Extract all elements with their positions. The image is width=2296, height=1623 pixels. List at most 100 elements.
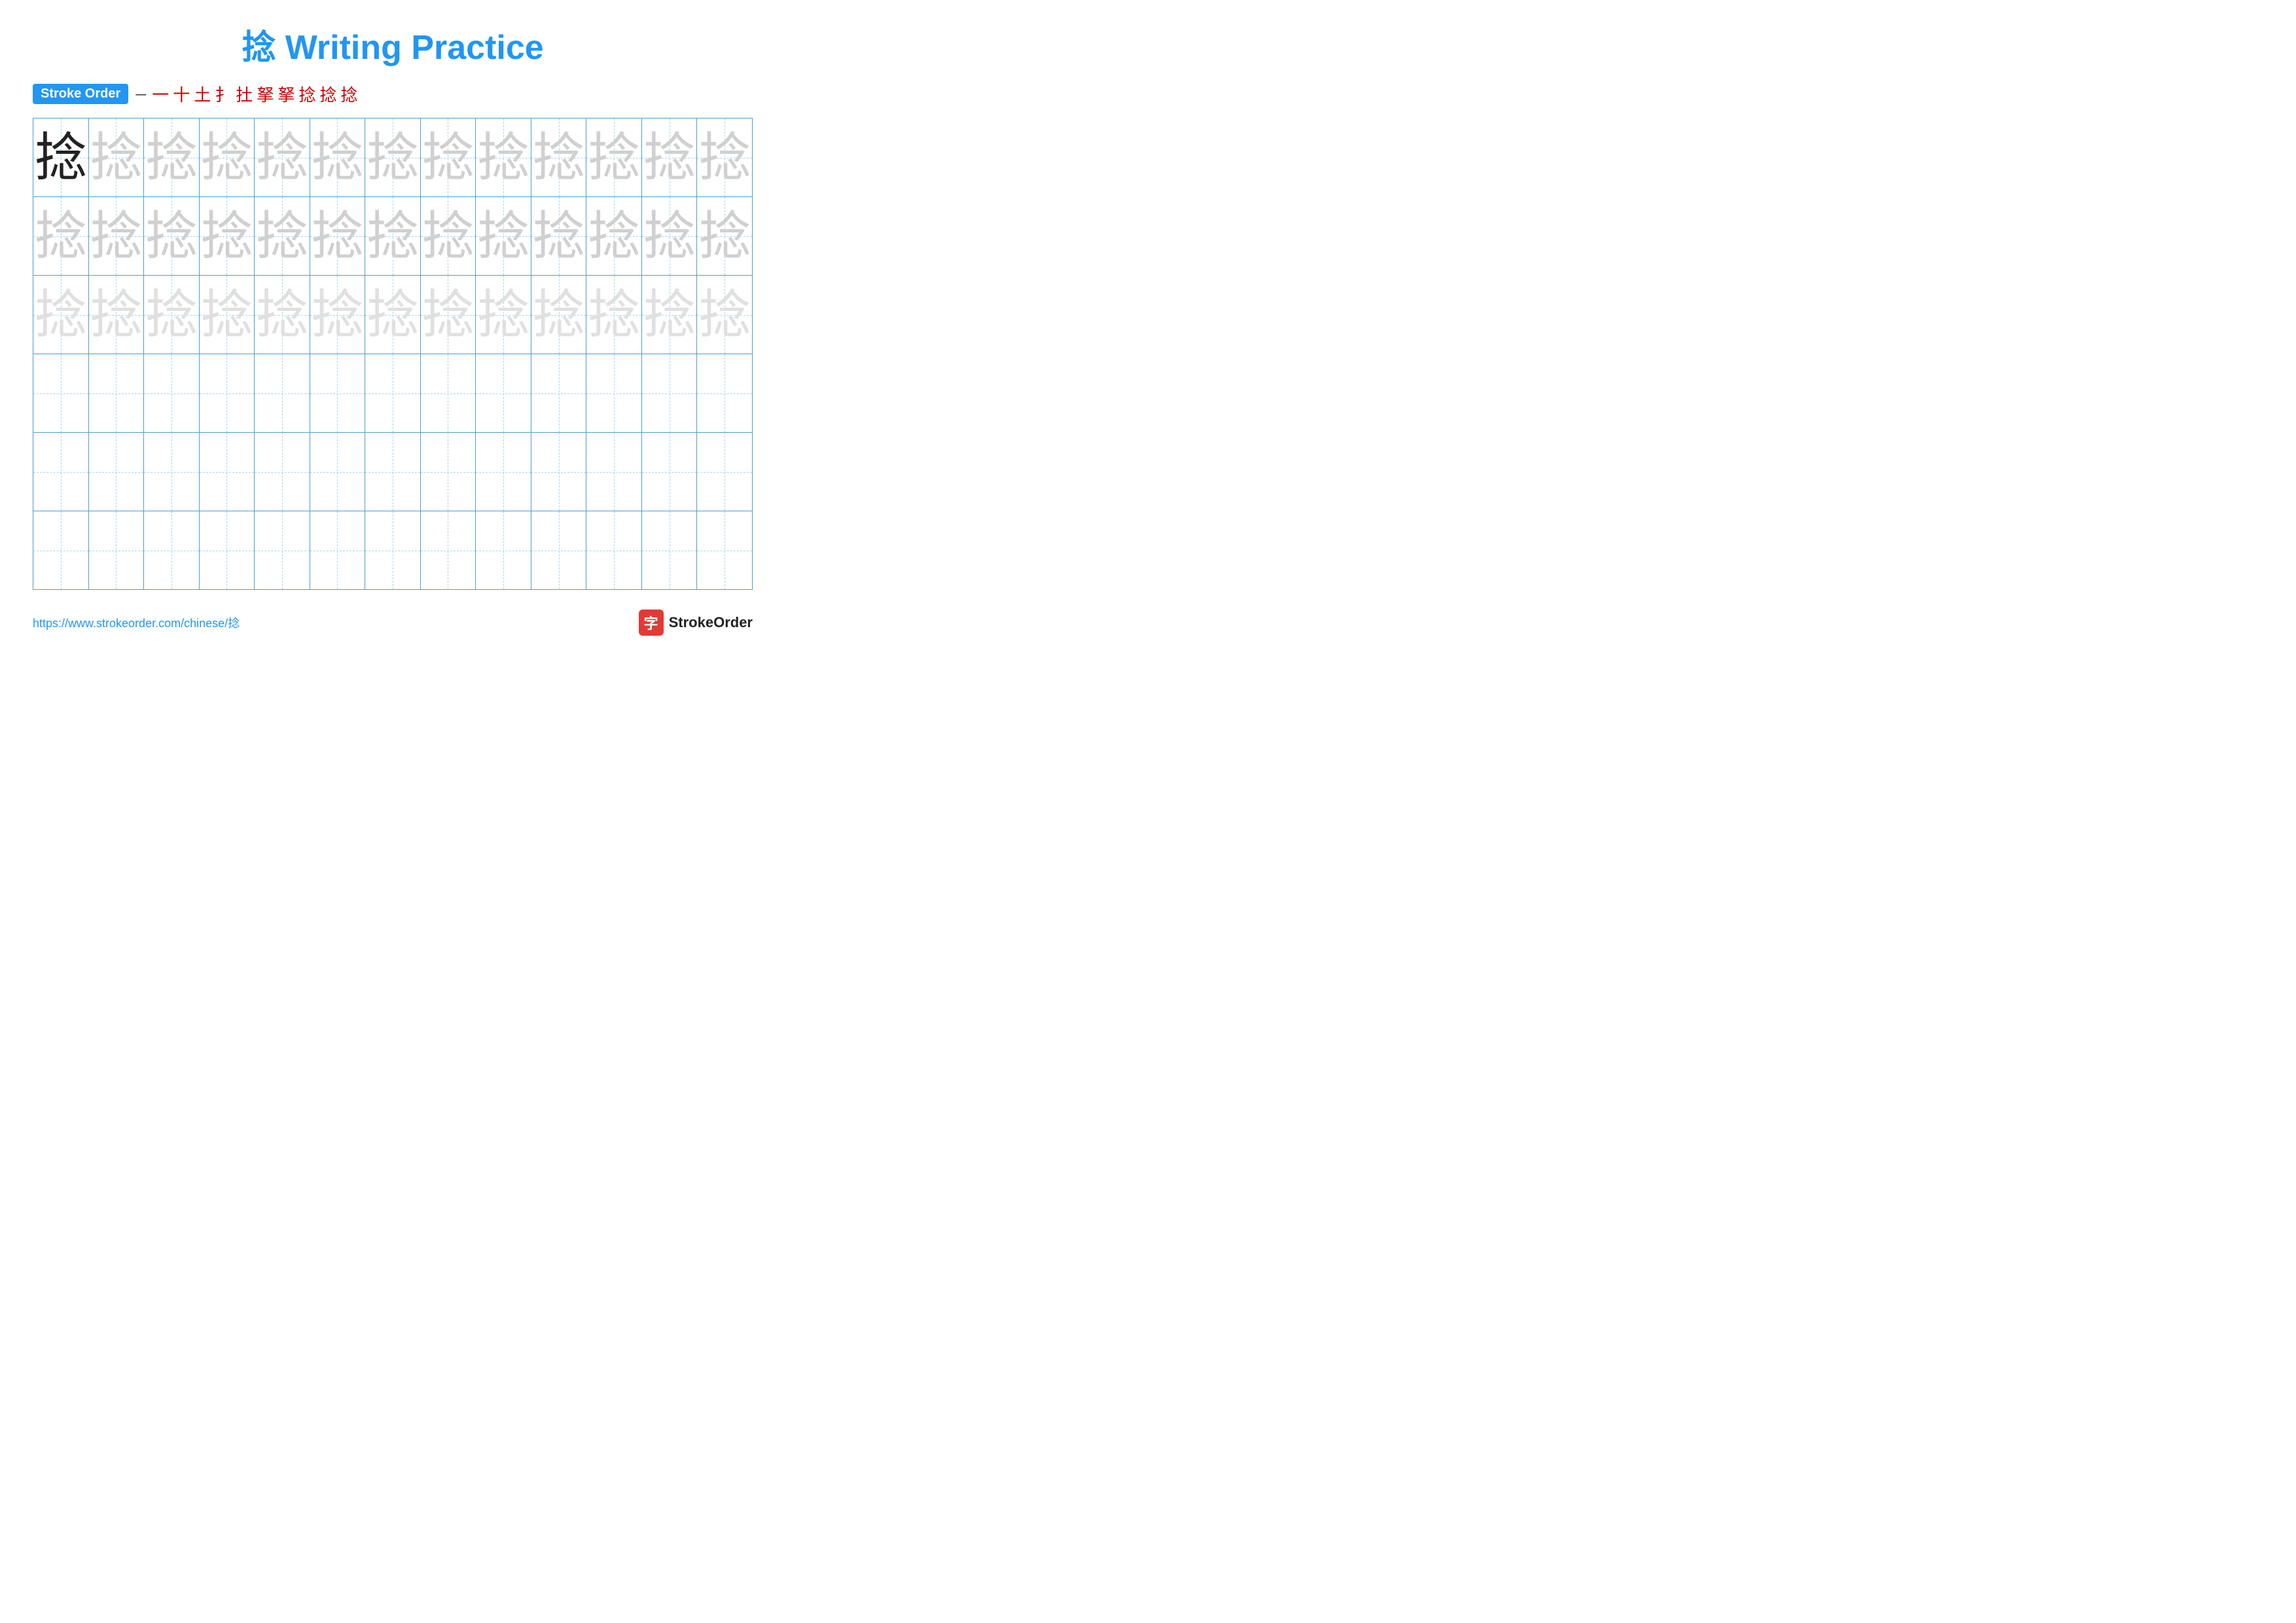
grid-cell[interactable]: [255, 433, 310, 511]
grid-cell[interactable]: 捻: [255, 197, 310, 276]
grid-cell[interactable]: 捻: [310, 197, 365, 276]
grid-cell[interactable]: 捻: [199, 197, 255, 276]
grid-cell[interactable]: 捻: [586, 197, 642, 276]
stroke-10: 捻: [340, 82, 357, 106]
grid-cell[interactable]: [144, 354, 200, 433]
grid-cell[interactable]: 捻: [531, 197, 586, 276]
grid-cell[interactable]: [420, 433, 476, 511]
char-guide-faint: 捻: [698, 285, 751, 344]
grid-cell[interactable]: 捻: [531, 276, 586, 354]
grid-cell[interactable]: [88, 354, 144, 433]
grid-cell[interactable]: [697, 511, 753, 590]
grid-cell[interactable]: [420, 511, 476, 590]
grid-cell[interactable]: [33, 511, 89, 590]
grid-cell[interactable]: [697, 433, 753, 511]
grid-cell[interactable]: [199, 354, 255, 433]
grid-cell[interactable]: 捻: [641, 276, 697, 354]
grid-cell[interactable]: [199, 511, 255, 590]
grid-cell[interactable]: 捻: [531, 119, 586, 197]
char-guide: 捻: [200, 128, 253, 187]
char-guide: 捻: [90, 128, 142, 187]
stroke-dash: －: [134, 84, 148, 105]
stroke-5: 扗: [236, 82, 253, 106]
grid-cell[interactable]: 捻: [310, 276, 365, 354]
grid-cell[interactable]: [586, 511, 642, 590]
grid-cell[interactable]: 捻: [476, 119, 531, 197]
grid-cell[interactable]: [88, 433, 144, 511]
char-guide: 捻: [145, 128, 198, 187]
grid-cell[interactable]: [697, 354, 753, 433]
grid-cell[interactable]: 捻: [697, 197, 753, 276]
grid-cell[interactable]: 捻: [420, 197, 476, 276]
grid-cell[interactable]: 捻: [255, 119, 310, 197]
grid-cell[interactable]: [420, 354, 476, 433]
grid-cell[interactable]: 捻: [365, 197, 421, 276]
grid-cell[interactable]: [586, 354, 642, 433]
grid-cell[interactable]: [476, 354, 531, 433]
grid-cell[interactable]: [255, 354, 310, 433]
grid-cell[interactable]: 捻: [88, 276, 144, 354]
char-guide-faint: 捻: [533, 285, 585, 344]
grid-cell[interactable]: 捻: [365, 119, 421, 197]
grid-cell[interactable]: [641, 511, 697, 590]
grid-cell[interactable]: [144, 511, 200, 590]
stroke-3: 土: [194, 82, 211, 106]
grid-cell[interactable]: [531, 433, 586, 511]
footer-link[interactable]: https://www.strokeorder.com/chinese/捻: [33, 614, 240, 631]
grid-cell[interactable]: [531, 354, 586, 433]
char-guide-faint: 捻: [588, 285, 640, 344]
grid-cell[interactable]: [586, 433, 642, 511]
grid-cell[interactable]: 捻: [255, 276, 310, 354]
grid-cell[interactable]: 捻: [586, 119, 642, 197]
grid-cell[interactable]: 捻: [33, 276, 89, 354]
grid-cell[interactable]: [88, 511, 144, 590]
grid-cell[interactable]: [33, 354, 89, 433]
grid-cell[interactable]: 捻: [88, 197, 144, 276]
char-guide: 捻: [311, 128, 363, 187]
grid-cell[interactable]: [365, 511, 421, 590]
grid-cell[interactable]: [476, 433, 531, 511]
grid-cell[interactable]: 捻: [144, 276, 200, 354]
grid-cell[interactable]: 捻: [33, 119, 89, 197]
grid-cell[interactable]: 捻: [365, 276, 421, 354]
grid-cell[interactable]: [641, 354, 697, 433]
grid-cell[interactable]: 捻: [476, 197, 531, 276]
grid-cell[interactable]: [144, 433, 200, 511]
grid-cell[interactable]: [531, 511, 586, 590]
grid-cell[interactable]: [641, 433, 697, 511]
grid-cell[interactable]: 捻: [144, 119, 200, 197]
grid-cell[interactable]: 捻: [144, 197, 200, 276]
char-guide-faint: 捻: [200, 285, 253, 344]
grid-cell[interactable]: [310, 354, 365, 433]
grid-cell[interactable]: [33, 433, 89, 511]
brand-logo: 字 StrokeOrder: [639, 610, 753, 636]
grid-cell[interactable]: [199, 433, 255, 511]
grid-cell[interactable]: 捻: [199, 119, 255, 197]
grid-cell[interactable]: 捻: [420, 119, 476, 197]
grid-cell[interactable]: 捻: [697, 276, 753, 354]
footer: https://www.strokeorder.com/chinese/捻 字 …: [33, 610, 753, 636]
char-guide-faint: 捻: [311, 285, 363, 344]
grid-cell[interactable]: [255, 511, 310, 590]
grid-cell[interactable]: 捻: [199, 276, 255, 354]
grid-cell[interactable]: 捻: [310, 119, 365, 197]
grid-cell[interactable]: [365, 354, 421, 433]
grid-cell[interactable]: [310, 433, 365, 511]
grid-cell[interactable]: [365, 433, 421, 511]
grid-cell[interactable]: 捻: [641, 119, 697, 197]
grid-cell[interactable]: 捻: [88, 119, 144, 197]
char-guide: 捻: [367, 207, 419, 265]
grid-cell[interactable]: 捻: [697, 119, 753, 197]
grid-cell[interactable]: [476, 511, 531, 590]
grid-cell[interactable]: 捻: [33, 197, 89, 276]
grid-cell[interactable]: [310, 511, 365, 590]
grid-cell[interactable]: 捻: [420, 276, 476, 354]
grid-cell[interactable]: 捻: [476, 276, 531, 354]
table-row: [33, 511, 753, 590]
char-guide-faint: 捻: [367, 285, 419, 344]
grid-cell[interactable]: 捻: [641, 197, 697, 276]
char-guide: 捻: [311, 207, 363, 265]
char-guide-faint: 捻: [256, 285, 308, 344]
char-guide: 捻: [35, 207, 87, 265]
grid-cell[interactable]: 捻: [586, 276, 642, 354]
